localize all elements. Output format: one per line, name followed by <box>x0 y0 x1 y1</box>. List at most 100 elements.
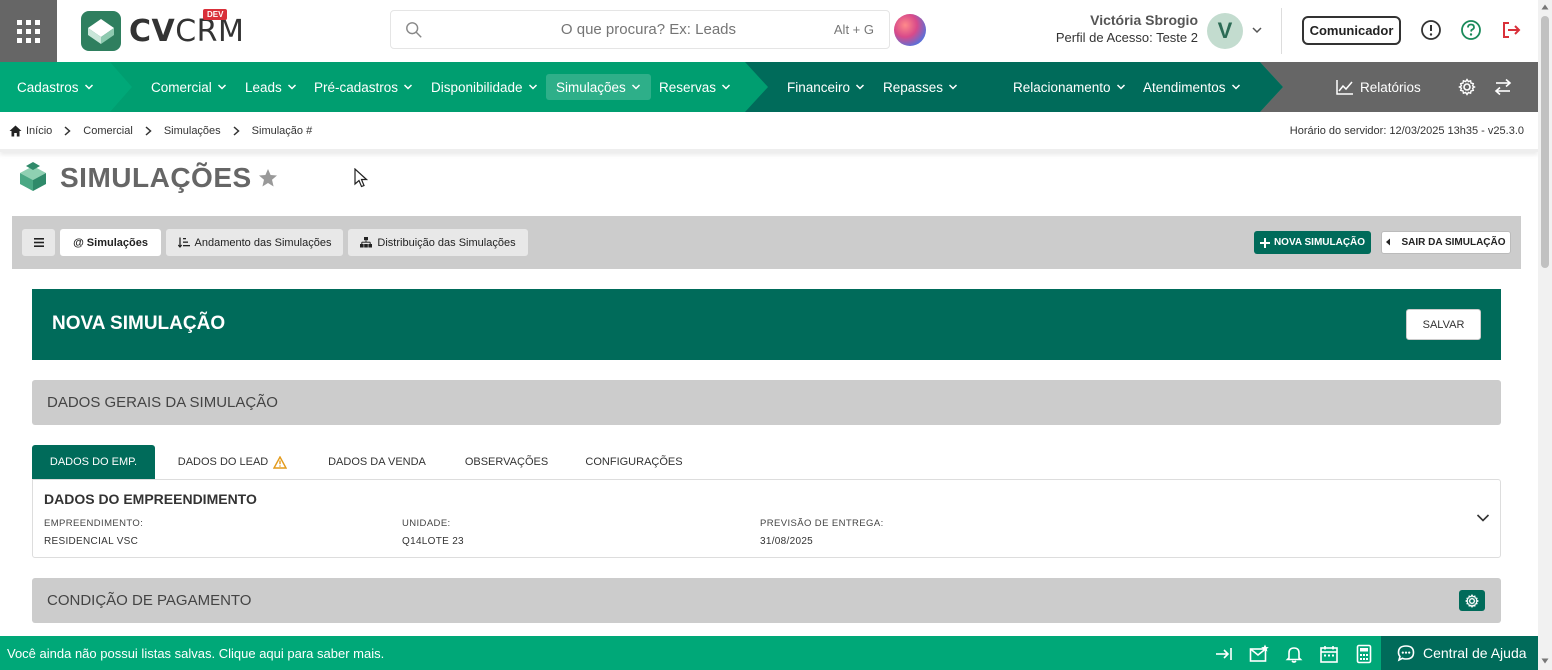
user-profile: Perfil de Acesso: Teste 2 <box>1055 30 1198 45</box>
tab-observacoes[interactable]: OBSERVAÇÕES <box>455 445 558 479</box>
dev-badge: DEV <box>203 9 228 20</box>
sort-list-icon <box>177 237 190 248</box>
help-icon[interactable] <box>1460 19 1482 41</box>
nav-repasses[interactable]: Repasses <box>883 62 958 112</box>
sitemap-icon <box>360 237 373 248</box>
previsao-entrega-value: 31/08/2025 <box>760 536 814 547</box>
saved-lists-message[interactable]: Você ainda não possui listas salvas. Cli… <box>7 646 384 661</box>
banner-title: NOVA SIMULAÇÃO <box>52 313 226 334</box>
simulacoes-toolbar: @ Simulações Andamento das Simulações Dis… <box>12 216 1521 269</box>
empreendimento-value: RESIDENCIAL VSC <box>44 536 139 547</box>
breadcrumb-simulacao: Simulação # <box>251 125 313 137</box>
footer-bar: Você ainda não possui listas salvas. Cli… <box>0 636 1552 670</box>
comunicador-button[interactable]: Comunicador <box>1302 16 1401 45</box>
simulacoes-module-icon <box>20 162 46 191</box>
andamento-simulacoes-button[interactable]: Andamento das Simulações <box>166 229 343 256</box>
chevron-down-icon <box>287 84 296 90</box>
salvar-button[interactable]: SALVAR <box>1406 309 1481 340</box>
bell-icon[interactable] <box>1284 644 1304 664</box>
mail-star-icon[interactable] <box>1249 644 1269 664</box>
chevron-down-icon <box>722 84 731 90</box>
tab-dados-da-venda[interactable]: DADOS DA VENDA <box>318 445 436 479</box>
chevron-down-icon <box>1116 84 1125 90</box>
scrollbar-thumb[interactable] <box>1541 16 1549 268</box>
arrow-to-right-icon[interactable] <box>1214 644 1234 664</box>
breadcrumb-inicio[interactable]: Início <box>26 125 52 137</box>
logout-icon[interactable] <box>1500 19 1522 41</box>
at-sign-icon: @ <box>73 236 84 249</box>
nav-cadastros[interactable]: Cadastros <box>17 62 94 112</box>
logo-text: CVCRM <box>129 13 245 49</box>
breadcrumb-simulacoes[interactable]: Simulações <box>164 125 221 137</box>
nav-simulacoes[interactable]: Simulações <box>546 74 651 100</box>
user-name: Victória Sbrogio <box>1090 12 1198 28</box>
header-divider <box>1281 8 1282 54</box>
nova-simulacao-button[interactable]: NOVA SIMULAÇÃO <box>1254 231 1371 254</box>
page-scrollbar[interactable] <box>1538 0 1552 670</box>
nav-reservas[interactable]: Reservas <box>659 62 731 112</box>
previsao-entrega-label: PREVISÃO DE ENTREGA: <box>760 518 884 529</box>
calendar-icon[interactable] <box>1319 644 1339 664</box>
nav-comercial[interactable]: Comercial <box>151 62 227 112</box>
chevron-down-icon <box>631 84 640 90</box>
chevron-right-icon <box>145 126 152 136</box>
tab-configuracoes[interactable]: CONFIGURAÇÕES <box>576 445 692 479</box>
nova-simulacao-banner: NOVA SIMULAÇÃO SALVAR <box>32 289 1501 360</box>
distribuicao-simulacoes-button[interactable]: Distribuição das Simulações <box>348 229 528 256</box>
condicao-settings-button[interactable] <box>1459 590 1485 611</box>
nav-disponibilidade[interactable]: Disponibilidade <box>431 62 538 112</box>
gear-icon[interactable] <box>1458 78 1476 96</box>
reply-arrow-icon <box>1386 238 1391 245</box>
swap-arrows-icon[interactable] <box>1494 78 1512 96</box>
gear-icon <box>1465 593 1479 608</box>
search-input[interactable] <box>423 21 834 38</box>
global-search[interactable]: Alt + G <box>390 10 890 49</box>
panel-heading: DADOS DO EMPREENDIMENTO <box>44 491 257 507</box>
breadcrumb-comercial[interactable]: Comercial <box>83 125 133 137</box>
dados-empreendimento-panel: DADOS DO EMPREENDIMENTO EMPREENDIMENTO: … <box>32 479 1501 558</box>
nav-relatorios[interactable]: Relatórios <box>1336 62 1421 112</box>
cvcrm-logo[interactable]: CVCRM DEV <box>81 9 245 52</box>
avatar[interactable]: V <box>1207 13 1243 49</box>
search-icon <box>406 21 422 38</box>
scroll-down-arrow-icon[interactable] <box>1541 657 1549 665</box>
sair-simulacao-button[interactable]: SAIR DA SIMULAÇÃO <box>1381 231 1511 254</box>
chevron-right-icon <box>233 126 240 136</box>
chevron-down-icon <box>217 84 226 90</box>
tab-simulacoes-button[interactable]: @ Simulações <box>60 229 161 256</box>
favorite-star-icon[interactable] <box>258 168 278 188</box>
top-header: CVCRM DEV Alt + G Victória Sbrogio Perfi… <box>0 0 1538 62</box>
dados-gerais-section-header[interactable]: DADOS GERAIS DA SIMULAÇÃO <box>32 380 1501 425</box>
chevron-down-icon[interactable] <box>1251 24 1263 36</box>
nav-pre-cadastros[interactable]: Pré-cadastros <box>314 62 413 112</box>
chevron-down-icon <box>856 84 865 90</box>
tab-dados-do-emp[interactable]: DADOS DO EMP. <box>32 445 155 479</box>
assistant-orb-icon[interactable] <box>894 14 926 46</box>
chevron-down-icon <box>84 84 93 90</box>
tab-dados-do-lead[interactable]: DADOS DO LEAD <box>165 445 300 479</box>
scroll-up-arrow-icon[interactable] <box>1541 3 1549 11</box>
central-de-ajuda-button[interactable]: Central de Ajuda <box>1381 636 1538 670</box>
calculator-icon[interactable] <box>1354 644 1374 664</box>
page-title: SIMULAÇÕES <box>60 162 252 193</box>
hamburger-menu-icon <box>33 238 44 247</box>
main-navbar: Cadastros Comercial Leads Pré-cadastros … <box>0 62 1538 112</box>
empreendimento-label: EMPREENDIMENTO: <box>44 518 144 529</box>
apps-grid-icon[interactable] <box>0 0 57 62</box>
chevron-down-icon[interactable] <box>1476 513 1490 523</box>
chevron-down-icon <box>404 84 413 90</box>
nav-leads[interactable]: Leads <box>245 62 297 112</box>
mouse-pointer-icon <box>354 168 368 188</box>
chevron-down-icon <box>528 84 537 90</box>
nav-financeiro[interactable]: Financeiro <box>787 62 865 112</box>
unidade-label: UNIDADE: <box>402 518 451 529</box>
info-icon[interactable] <box>1420 19 1442 41</box>
page-heading: SIMULAÇÕES <box>16 162 278 194</box>
user-info[interactable]: Victória Sbrogio Perfil de Acesso: Teste… <box>1030 12 1198 45</box>
chevron-right-icon <box>64 126 71 136</box>
breadcrumb-trail: Início Comercial Simulações Simulação # <box>9 125 312 137</box>
nav-atendimentos[interactable]: Atendimentos <box>1143 62 1241 112</box>
condicao-pagamento-section-header[interactable]: CONDIÇÃO DE PAGAMENTO <box>32 578 1501 623</box>
menu-toggle-button[interactable] <box>22 229 55 256</box>
nav-relacionamento[interactable]: Relacionamento <box>1013 62 1126 112</box>
